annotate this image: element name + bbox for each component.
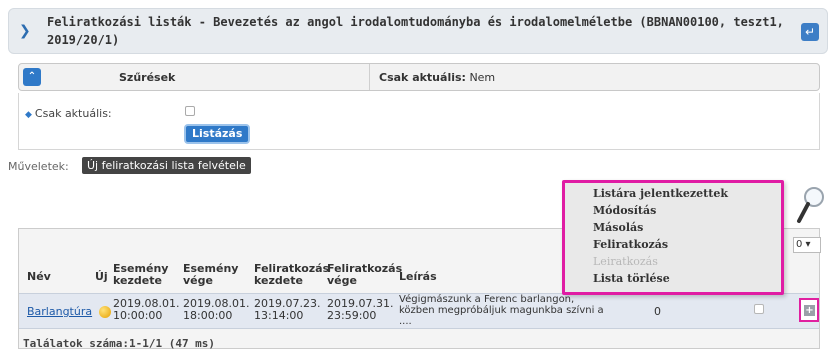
row-actions-button[interactable]: + bbox=[799, 298, 819, 322]
row-checkbox[interactable] bbox=[754, 304, 764, 314]
col-description[interactable]: Leírás bbox=[399, 271, 437, 283]
page-size-select[interactable]: 0 ▾ bbox=[793, 237, 821, 253]
filter-bar: ⌃ Szűrések Csak aktuális: Nem bbox=[18, 63, 820, 91]
filter-summary: Csak aktuális: Nem bbox=[379, 71, 495, 84]
event-end-time: 18:00:00 bbox=[183, 309, 233, 322]
sub-start: 2019.07.23. 13:14:00 bbox=[254, 298, 320, 322]
list-name-link[interactable]: Barlangtúra bbox=[27, 305, 92, 318]
event-start-time: 10:00:00 bbox=[113, 309, 163, 322]
current-only-label: ◆ Csak aktuális: bbox=[25, 107, 112, 120]
menu-item-copy[interactable]: Másolás bbox=[593, 221, 643, 234]
diamond-icon: ◆ bbox=[25, 110, 32, 120]
menu-item-edit[interactable]: Módosítás bbox=[593, 204, 656, 217]
event-end: 2019.08.01. 18:00:00 bbox=[183, 298, 249, 322]
operations-label: Műveletek: bbox=[8, 160, 69, 173]
sub-end: 2019.07.31. 23:59:00 bbox=[327, 298, 393, 322]
divider bbox=[369, 64, 370, 90]
table-row[interactable]: Barlangtúra 2019.08.01. 10:00:00 2019.08.… bbox=[19, 293, 819, 329]
current-only-text: Csak aktuális: bbox=[34, 107, 112, 120]
desc-line-3: .... bbox=[399, 316, 412, 327]
search-icon[interactable] bbox=[796, 185, 826, 225]
col-name[interactable]: Név bbox=[27, 271, 51, 283]
filter-panel: ◆ Csak aktuális: Listázás bbox=[18, 93, 820, 150]
col-sub-start[interactable]: Feliratkozás kezdete bbox=[254, 263, 329, 287]
collapse-filter-button[interactable]: ⌃ bbox=[23, 68, 41, 86]
plus-icon: + bbox=[804, 305, 815, 316]
filter-title: Szűrések bbox=[119, 71, 176, 84]
list-button[interactable]: Listázás bbox=[184, 124, 251, 144]
menu-item-subscribe[interactable]: Feliratkozás bbox=[593, 238, 668, 251]
results-count: Találatok száma:1-1/1 (47 ms) bbox=[23, 337, 216, 349]
description: Végigmászunk a Ferenc barlangon, közben m… bbox=[399, 294, 629, 327]
menu-item-unsubscribe: Leiratkozás bbox=[593, 255, 658, 268]
filter-summary-value: Nem bbox=[469, 71, 496, 84]
chevron-right-icon: ❯ bbox=[19, 23, 31, 39]
col-sub-end[interactable]: Feliratkozás vége bbox=[327, 263, 402, 287]
back-icon[interactable]: ↵ bbox=[801, 23, 819, 41]
filter-summary-label: Csak aktuális: bbox=[379, 71, 466, 84]
col-new[interactable]: Új bbox=[95, 271, 108, 283]
sub-start-time: 13:14:00 bbox=[254, 309, 304, 322]
desc-line-1: Végigmászunk a Ferenc barlangon, bbox=[399, 294, 575, 305]
desc-line-2: közben megpróbáljuk magunkba szívni a bbox=[399, 305, 604, 316]
new-list-button[interactable]: Új feliratkozási lista felvétele bbox=[82, 157, 251, 174]
sub-end-time: 23:59:00 bbox=[327, 309, 377, 322]
col-event-start[interactable]: Esemény kezdete bbox=[113, 263, 169, 287]
menu-item-applicants[interactable]: Listára jelentkezettek bbox=[593, 187, 728, 200]
subscriber-count: 0 bbox=[654, 305, 661, 318]
new-indicator-icon bbox=[99, 306, 111, 318]
page-title: Feliratkozási listák - Bevezetés az ango… bbox=[47, 15, 784, 47]
menu-item-delete-list[interactable]: Lista törlése bbox=[593, 272, 670, 285]
page-header: ❯ Feliratkozási listák - Bevezetés az an… bbox=[8, 8, 828, 54]
page-size-value: 0 bbox=[796, 239, 803, 250]
row-name: Barlangtúra bbox=[27, 306, 92, 318]
col-event-end[interactable]: Esemény vége bbox=[183, 263, 243, 287]
current-only-checkbox[interactable] bbox=[185, 106, 195, 116]
row-context-menu: Listára jelentkezettek Módosítás Másolás… bbox=[562, 180, 784, 295]
event-start: 2019.08.01. 10:00:00 bbox=[113, 298, 179, 322]
